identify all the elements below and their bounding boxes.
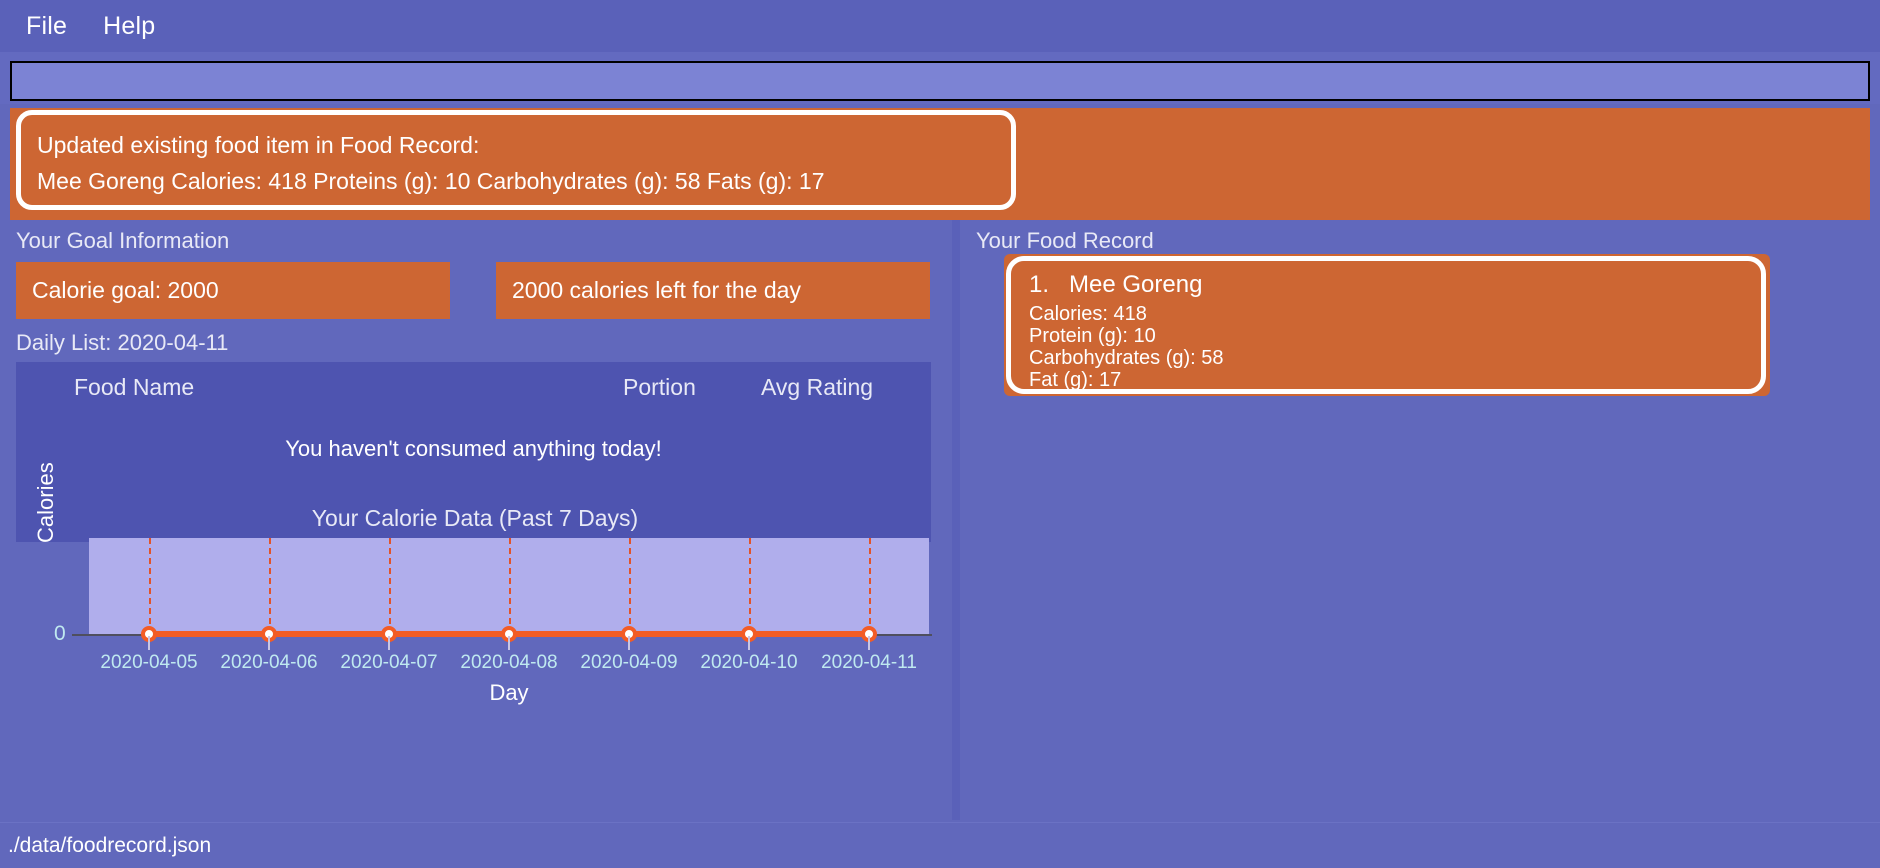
calorie-chart: Your Calorie Data (Past 7 Days) Calories… xyxy=(0,462,950,735)
column-header-food-name[interactable]: Food Name xyxy=(74,374,194,401)
banner-line-2: Mee Goreng Calories: 418 Proteins (g): 1… xyxy=(37,168,825,194)
chart-gridline xyxy=(509,538,511,634)
chart-title: Your Calorie Data (Past 7 Days) xyxy=(0,505,950,532)
chart-x-tick-label: 2020-04-11 xyxy=(821,652,917,673)
table-empty-message: You haven't consumed anything today! xyxy=(285,436,662,461)
daily-list-label: Daily List: 2020-04-11 xyxy=(16,330,229,355)
chart-gridline xyxy=(749,538,751,634)
chart-x-tick-label: 2020-04-10 xyxy=(700,652,798,673)
right-pane: Your Food Record 1. Mee Goreng Calories:… xyxy=(960,220,1880,820)
menu-item-file[interactable]: File xyxy=(26,12,67,41)
food-record-card[interactable]: 1. Mee Goreng Calories: 418 Protein (g):… xyxy=(1006,256,1766,394)
calorie-goal-box: Calorie goal: 2000 xyxy=(16,262,450,319)
food-record-carbohydrates: Carbohydrates (g): 58 xyxy=(1029,347,1224,369)
chart-y-tick-0: 0 xyxy=(54,622,66,645)
goal-row: Calorie goal: 2000 2000 calories left fo… xyxy=(0,262,950,326)
message-banner: Updated existing food item in Food Recor… xyxy=(16,110,1016,210)
chart-x-tick-mark xyxy=(748,636,750,650)
column-header-portion[interactable]: Portion xyxy=(623,374,696,401)
chart-x-tick-label: 2020-04-08 xyxy=(460,652,558,673)
goal-section-label: Your Goal Information xyxy=(16,228,230,253)
status-bar-file-path: ./data/foodrecord.json xyxy=(8,833,212,857)
food-record-name: Mee Goreng xyxy=(1069,271,1203,298)
chart-gridline xyxy=(149,538,151,634)
chart-gridline xyxy=(389,538,391,634)
table-header-row: Food Name Portion Avg Rating xyxy=(16,362,931,410)
food-record-calories: Calories: 418 xyxy=(1029,303,1147,325)
food-record-fat: Fat (g): 17 xyxy=(1029,369,1122,391)
food-record-protein: Protein (g): 10 xyxy=(1029,325,1156,347)
chart-x-tick-mark xyxy=(508,636,510,650)
food-record-title: 1. Mee Goreng xyxy=(1029,271,1761,299)
left-pane: Your Goal Information Calorie goal: 2000… xyxy=(0,220,950,820)
chart-y-axis-label: Calories xyxy=(33,462,58,543)
banner-line-1: Updated existing food item in Food Recor… xyxy=(37,132,480,158)
chart-x-tick-label: 2020-04-07 xyxy=(340,652,438,673)
command-entry-strip xyxy=(0,52,1880,104)
pane-divider[interactable] xyxy=(952,220,960,820)
chart-x-tick-label: 2020-04-05 xyxy=(100,652,198,673)
chart-gridline xyxy=(269,538,271,634)
menu-bar: File Help xyxy=(0,0,1880,52)
chart-x-tick-mark xyxy=(868,636,870,650)
application-window: File Help Updated existing food item in … xyxy=(0,0,1880,868)
chart-x-tick-mark xyxy=(268,636,270,650)
chart-x-axis-label: Day xyxy=(489,680,529,705)
command-input[interactable] xyxy=(10,61,1870,101)
menu-item-help[interactable]: Help xyxy=(103,12,155,41)
chart-title-text: Your Calorie Data (Past 7 Days) xyxy=(311,505,639,531)
message-banner-strip: Updated existing food item in Food Recor… xyxy=(0,108,1880,220)
column-header-avg-rating[interactable]: Avg Rating xyxy=(761,374,873,401)
calories-left-box: 2000 calories left for the day xyxy=(496,262,930,319)
food-record-index: 1. xyxy=(1029,271,1050,298)
status-bar: ./data/foodrecord.json xyxy=(0,822,1880,868)
chart-plot-area xyxy=(89,538,929,634)
chart-x-tick-mark xyxy=(388,636,390,650)
chart-x-tick-label: 2020-04-06 xyxy=(220,652,318,673)
chart-gridline xyxy=(629,538,631,634)
chart-x-tick-mark xyxy=(628,636,630,650)
chart-x-tick-label: 2020-04-09 xyxy=(580,652,678,673)
chart-x-tick-mark xyxy=(148,636,150,650)
chart-gridline xyxy=(869,538,871,634)
